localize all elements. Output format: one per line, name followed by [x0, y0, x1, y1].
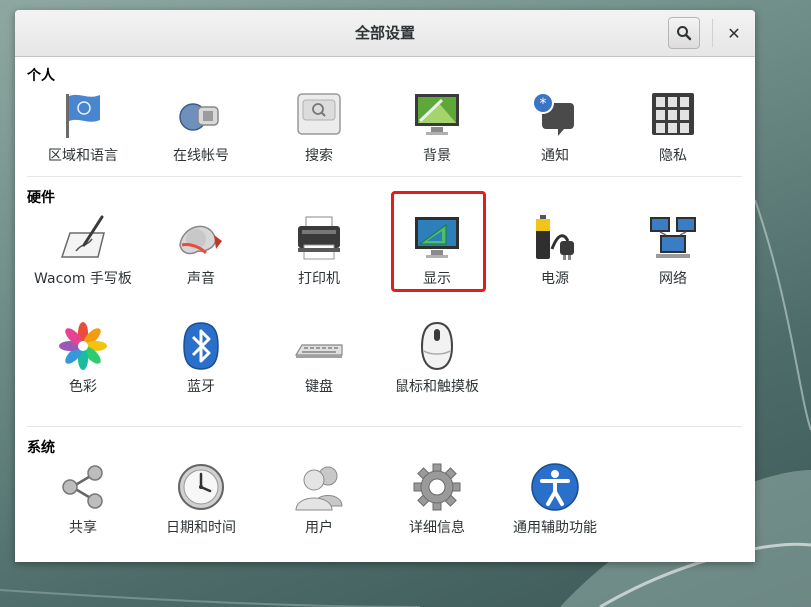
section-title-personal: 个人 — [27, 68, 55, 84]
printer-icon — [298, 216, 340, 260]
settings-item-label: 通知 — [541, 148, 569, 164]
close-button[interactable]: ✕ — [720, 19, 748, 47]
mouse-touchpad-icon — [420, 321, 454, 371]
settings-item-label: 色彩 — [69, 379, 97, 395]
sharing-icon — [62, 465, 103, 509]
wacom-tablet-icon — [60, 215, 105, 258]
settings-item-label: 通用辅助功能 — [513, 520, 597, 536]
sound-icon — [179, 225, 222, 255]
header-bar: 全部设置 ✕ — [15, 10, 755, 57]
settings-item-label: 搜索 — [305, 148, 333, 164]
section-title-system: 系统 — [27, 440, 55, 456]
settings-item-label: 详细信息 — [409, 520, 465, 536]
search-button[interactable] — [668, 17, 700, 49]
settings-item-label: 键盘 — [305, 379, 333, 395]
settings-item-label: 蓝牙 — [187, 379, 215, 395]
settings-item-label: 打印机 — [298, 271, 340, 287]
settings-item-network[interactable]: 网络 — [623, 213, 723, 289]
privacy-icon — [652, 93, 694, 135]
settings-item-label: 共享 — [69, 520, 97, 536]
details-gear-icon — [413, 463, 461, 511]
settings-item-label: 在线帐号 — [173, 148, 229, 164]
settings-item-power[interactable]: 电源 — [505, 213, 605, 289]
settings-item-background[interactable]: 背景 — [387, 90, 487, 166]
settings-item-online-accounts[interactable]: 在线帐号 — [151, 90, 251, 166]
settings-item-label: 鼠标和触摸板 — [395, 379, 479, 395]
settings-item-privacy[interactable]: 隐私 — [623, 90, 723, 166]
settings-item-details[interactable]: 详细信息 — [387, 462, 487, 538]
settings-item-mouse[interactable]: 鼠标和触摸板 — [387, 321, 487, 397]
settings-item-label: 声音 — [187, 271, 215, 287]
settings-item-label: 用户 — [305, 520, 333, 536]
search-settings-icon — [297, 93, 341, 135]
settings-item-sharing[interactable]: 共享 — [33, 462, 133, 538]
display-highlight-box — [391, 191, 486, 292]
settings-item-search[interactable]: 搜索 — [269, 90, 369, 166]
section-divider — [27, 176, 742, 177]
keyboard-icon — [294, 344, 343, 358]
svg-text:*: * — [540, 96, 547, 112]
settings-item-label: Wacom 手写板 — [34, 271, 132, 287]
settings-item-label: 电源 — [541, 271, 569, 287]
settings-item-label: 区域和语言 — [48, 148, 118, 164]
settings-item-label: 隐私 — [659, 148, 687, 164]
section-title-hardware: 硬件 — [27, 190, 55, 206]
search-icon — [677, 26, 692, 41]
header-separator — [712, 19, 713, 47]
settings-item-region[interactable]: 区域和语言 — [33, 90, 133, 166]
settings-item-bluetooth[interactable]: 蓝牙 — [151, 321, 251, 397]
network-icon — [650, 217, 696, 258]
power-icon — [536, 215, 574, 260]
settings-item-label: 日期和时间 — [166, 520, 236, 536]
date-time-icon — [178, 464, 224, 510]
users-icon — [295, 466, 343, 511]
settings-item-datetime[interactable]: 日期和时间 — [151, 462, 251, 538]
close-icon: ✕ — [727, 23, 741, 43]
settings-item-accessibility[interactable]: 通用辅助功能 — [505, 462, 605, 538]
color-icon — [59, 322, 107, 370]
settings-item-label: 网络 — [659, 271, 687, 287]
window-title: 全部设置 — [354, 24, 415, 42]
online-accounts-icon — [179, 103, 219, 131]
settings-item-color[interactable]: 色彩 — [33, 321, 133, 397]
settings-window: 全部设置 ✕ 个人 区域和语言 在线帐号 搜索 背景 * 通知 隐私 硬件 Wa… — [15, 10, 755, 562]
settings-item-wacom[interactable]: Wacom 手写板 — [33, 213, 133, 289]
section-divider — [27, 426, 742, 427]
bluetooth-icon — [183, 322, 219, 370]
background-icon — [415, 94, 459, 135]
settings-item-keyboard[interactable]: 键盘 — [269, 321, 369, 397]
settings-item-label: 背景 — [423, 148, 451, 164]
accessibility-icon — [531, 463, 579, 511]
settings-item-users[interactable]: 用户 — [269, 462, 369, 538]
region-flag-icon — [66, 94, 100, 138]
settings-item-sound[interactable]: 声音 — [151, 213, 251, 289]
settings-item-notifications[interactable]: * 通知 — [505, 90, 605, 166]
settings-item-printers[interactable]: 打印机 — [269, 213, 369, 289]
notifications-icon: * — [532, 92, 574, 136]
